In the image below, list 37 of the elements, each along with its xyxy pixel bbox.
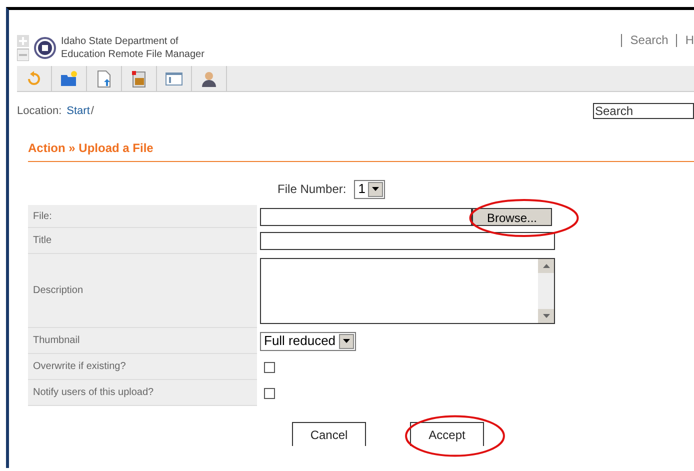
app-title-line: Education Remote File Manager: [61, 48, 204, 60]
user-icon[interactable]: [200, 70, 218, 88]
form-label: Notify users of this upload?: [28, 380, 257, 406]
form-label: File:: [28, 205, 257, 228]
dropdown-arrow-icon: [342, 339, 350, 343]
dropdown-arrow-icon: [372, 187, 380, 191]
location-label: Location:: [17, 104, 62, 119]
page-heading: Action » Upload a File: [28, 141, 154, 155]
description-field[interactable]: [260, 258, 555, 324]
breadcrumb-link[interactable]: Start: [66, 102, 90, 120]
search-field[interactable]: Search: [593, 103, 694, 119]
checkbox[interactable]: [264, 362, 275, 372]
scroll-up-icon[interactable]: [542, 264, 550, 268]
file-path-field[interactable]: [260, 208, 472, 226]
seal-logo: [34, 36, 56, 58]
new-folder-icon[interactable]: [60, 70, 78, 88]
form-label: Thumbnail: [28, 328, 257, 354]
file-number-select[interactable]: 1: [354, 180, 386, 198]
form-button[interactable]: Cancel: [292, 422, 366, 446]
header-link[interactable]: Search: [630, 31, 668, 49]
image-file-icon[interactable]: [130, 70, 148, 88]
title-field[interactable]: [260, 232, 555, 250]
browse-button[interactable]: Browse...: [472, 208, 552, 226]
scrollbar[interactable]: [538, 259, 554, 323]
scroll-down-icon[interactable]: [542, 314, 550, 318]
form-label: Overwrite if existing?: [28, 354, 257, 380]
header-link[interactable]: H: [685, 31, 694, 49]
checkbox[interactable]: [264, 388, 275, 398]
form-label: Title: [28, 228, 257, 254]
thumbnail-select[interactable]: Full reduced: [260, 332, 356, 350]
window-icon[interactable]: [165, 70, 183, 88]
app-title-line: Idaho State Department of: [61, 34, 180, 48]
upload-document-icon[interactable]: [95, 70, 113, 88]
path-separator: /: [90, 104, 94, 119]
form-button[interactable]: Accept: [410, 422, 484, 446]
file-number-label: File Number:: [278, 181, 346, 198]
form-label: Description: [28, 254, 257, 328]
